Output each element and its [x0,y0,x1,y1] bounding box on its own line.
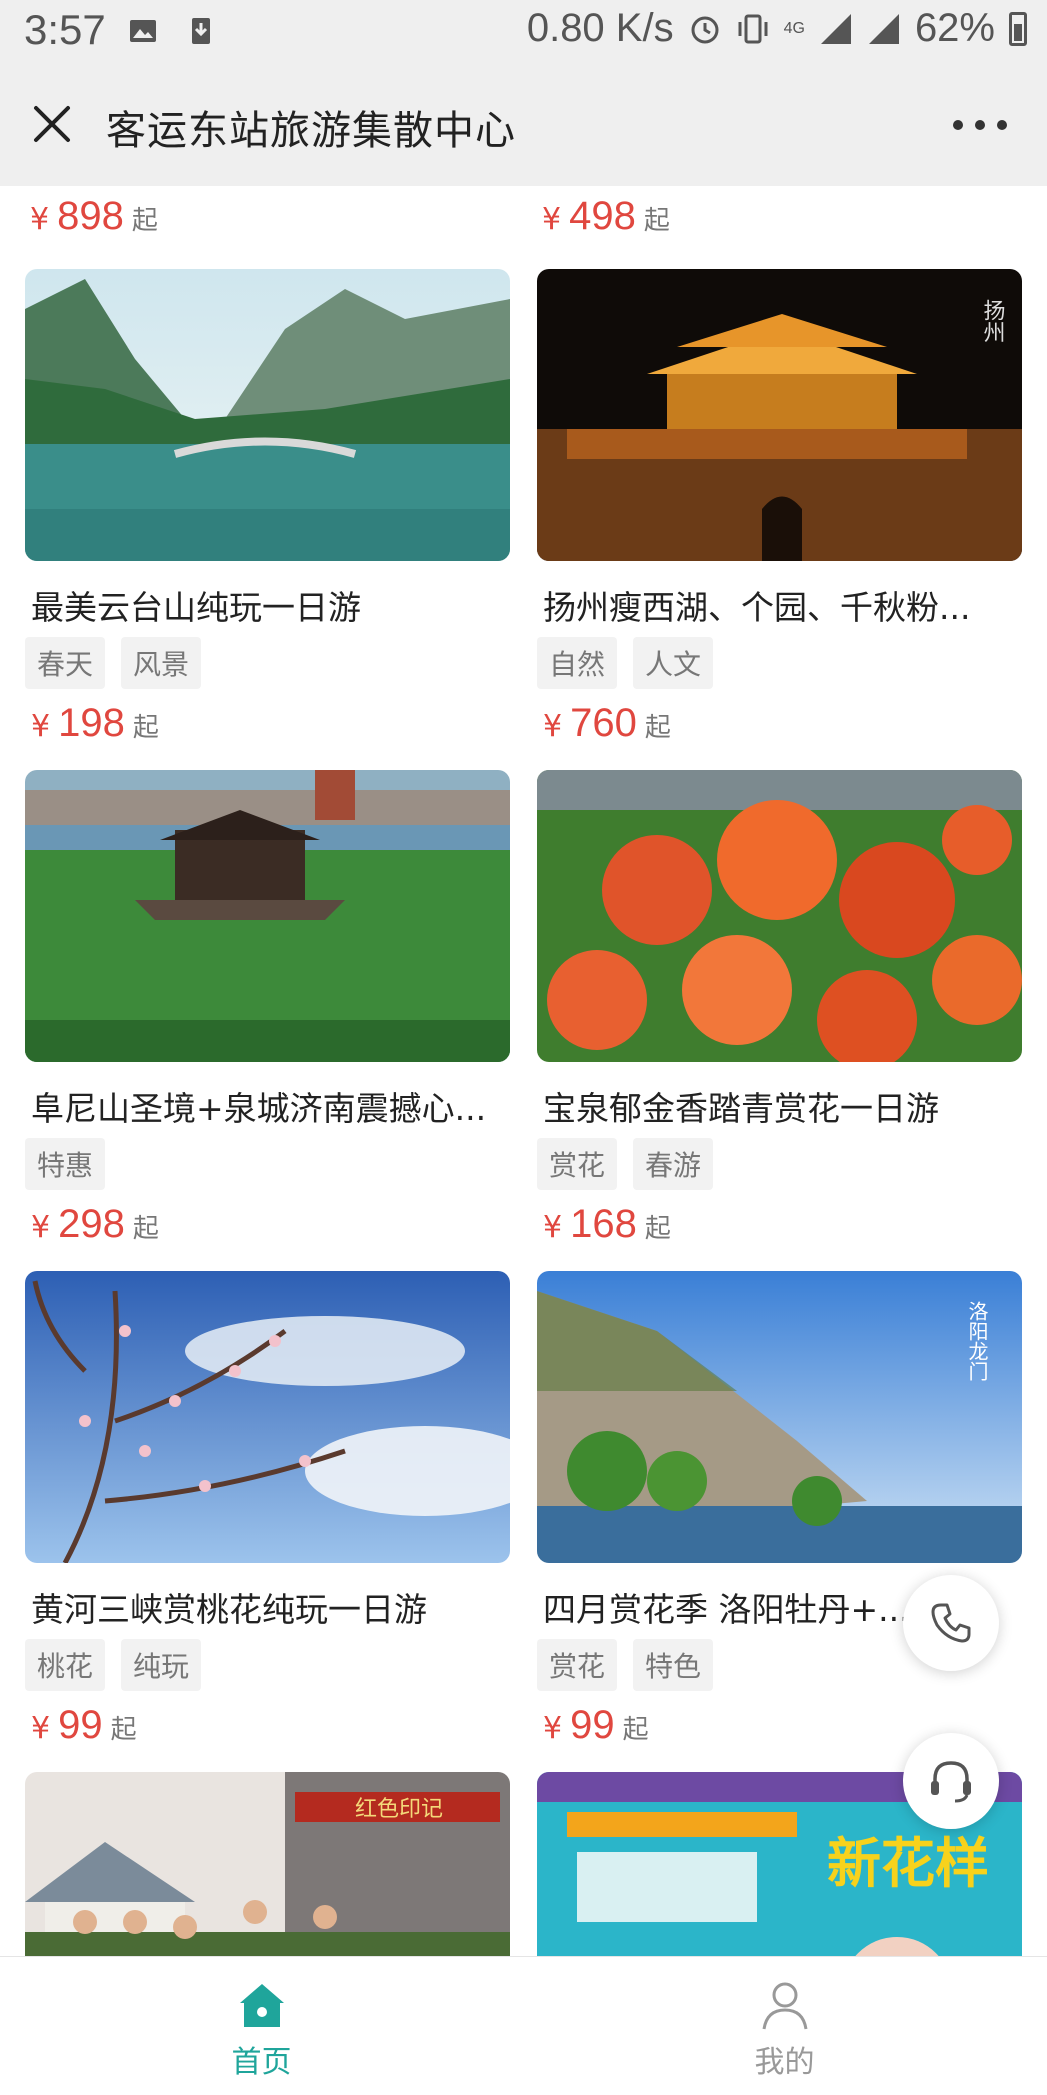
signal-icon [820,13,851,44]
signal-icon-2 [868,13,899,44]
product-tags: 春天 风景 [25,637,202,689]
user-icon [762,1982,808,2030]
product-price: ¥168 起 [543,1202,671,1246]
product-name: 最美云台山纯玩一日游 [31,588,361,627]
price-top-right: ¥498 起 [542,194,670,238]
image-caption: 洛阳龙门 [965,1301,989,1381]
customer-service-icon [931,1761,971,1803]
product-price: ¥198 起 [31,701,159,745]
battery-icon [1009,11,1027,46]
product-price: ¥760 起 [543,701,671,745]
vibrate-icon [738,14,768,43]
product-image[interactable] [25,1271,510,1563]
price-top-left: ¥898 起 [30,194,158,238]
product-tag: 春天 [25,637,106,689]
product-tag: 纯玩 [121,1639,202,1691]
product-image[interactable]: 扬州 [537,269,1022,561]
phone-button[interactable] [903,1575,999,1671]
battery-percent: 62% [914,6,995,50]
status-bar: 3:57 0.80 K/s 4G 62% [0,0,1047,62]
network-type: 4G [783,19,805,37]
product-tag: 风景 [121,637,202,689]
product-name: 扬州瘦西湖、个园、千秋粉... [543,588,971,627]
product-image[interactable]: 洛阳龙门 [537,1271,1022,1563]
page-title: 客运东站旅游集散中心 [106,108,516,154]
phone-icon [931,1603,971,1643]
product-tag: 人文 [633,637,714,689]
tab-home[interactable]: 首页 [0,1957,523,2095]
title-bar: 客运东站旅游集散中心 [0,62,1047,186]
bottom-tab-bar: 首页 我的 [0,1956,1047,2095]
poster-title: 新花样 [827,1832,989,1895]
close-icon[interactable] [28,100,76,148]
product-price: ¥99 起 [543,1703,649,1747]
status-time: 3:57 [24,6,106,53]
product-image[interactable] [25,269,510,561]
more-dots-icon[interactable] [953,120,1007,132]
download-notification-icon [192,18,210,44]
product-tags: 桃花 纯玩 [25,1639,202,1691]
product-name: 黄河三峡赏桃花纯玩一日游 [31,1590,427,1629]
product-tags: 赏花 春游 [537,1138,714,1190]
tab-mine-label: 我的 [754,2045,815,2080]
product-name: 宝泉郁金香踏青赏花一日游 [543,1089,939,1128]
product-tag: 特惠 [25,1138,106,1190]
product-tags: 特惠 [25,1138,106,1190]
product-tag: 桃花 [25,1639,106,1691]
product-tag: 赏花 [537,1639,618,1691]
product-image[interactable] [25,770,510,1062]
product-name: 阜尼山圣境+泉城济南震撼心... [31,1089,487,1128]
product-image[interactable]: 红色印记 [25,1772,510,1956]
customer-service-button[interactable] [903,1733,999,1829]
image-caption: 红色印记 [355,1797,443,1822]
network-speed: 0.80 K/s [526,6,674,50]
image-caption: 扬州 [980,299,1006,343]
product-tag: 赏花 [537,1138,618,1190]
product-list[interactable]: ¥898 起 ¥498 起 最美云台山纯玩一日游 春天 风景 ¥198 起 扬州… [0,186,1047,1956]
product-tags: 赏花 特色 [537,1639,714,1691]
home-icon [240,1984,284,2027]
tab-home-label: 首页 [231,2045,292,2080]
tab-mine[interactable]: 我的 [523,1957,1046,2095]
product-image[interactable] [537,770,1022,1062]
image-notification-icon [130,20,156,42]
alarm-icon [691,16,719,43]
product-tag: 特色 [633,1639,714,1691]
status-right: 0.80 K/s 4G 62% [527,6,1027,51]
product-tag: 自然 [537,637,618,689]
product-tags: 自然 人文 [537,637,714,689]
product-price: ¥298 起 [31,1202,159,1246]
product-price: ¥99 起 [31,1703,137,1747]
product-tag: 春游 [633,1138,714,1190]
